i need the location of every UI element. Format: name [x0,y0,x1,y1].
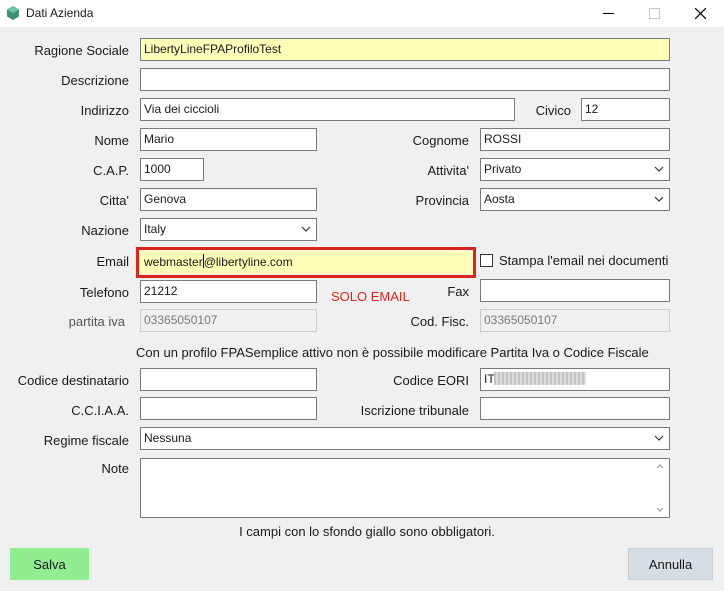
chevron-down-icon [654,435,664,441]
app-logo-icon [7,6,19,20]
iscrizione-tribunale-label: Iscrizione tribunale [360,403,469,418]
cod-fisc-label: Cod. Fisc. [410,314,469,329]
cognome-input[interactable]: ROSSI [480,128,670,151]
fax-input[interactable] [480,279,670,302]
minimize-button[interactable] [586,0,632,27]
info-text: Con un profilo FPASemplice attivo non è … [136,345,649,360]
attivita-select[interactable]: Privato [480,158,670,181]
partita-iva-label: partita iva [68,314,125,329]
indirizzo-input[interactable]: Via dei ciccioli [140,98,515,121]
nazione-select[interactable]: Italy [140,218,317,241]
civico-input[interactable]: 12 [581,98,670,121]
cap-input[interactable]: 1000 [140,158,204,181]
scroll-up-icon[interactable] [656,464,664,469]
close-icon [695,8,706,19]
nome-label: Nome [94,133,129,148]
chevron-down-icon [654,166,664,172]
stampa-email-checkbox[interactable] [480,254,493,267]
ragione-sociale-label: Ragione Sociale [34,43,129,58]
stampa-email-label: Stampa l'email nei documenti [499,253,669,268]
citta-input[interactable]: Genova [140,188,317,211]
provincia-value: Aosta [484,192,515,206]
chevron-down-icon [301,226,311,232]
save-button[interactable]: Salva [10,548,89,580]
cod-fisc-input: 03365050107 [480,309,670,332]
provincia-label: Provincia [415,193,469,208]
cancel-button[interactable]: Annulla [628,548,713,580]
window-title: Dati Azienda [26,6,94,20]
citta-label: Citta' [99,193,129,208]
regime-fiscale-label: Regime fiscale [43,433,129,448]
cognome-label: Cognome [412,133,469,148]
attivita-value: Privato [484,162,522,176]
email-label: Email [96,254,129,269]
attivita-label: Attivita' [427,163,470,178]
minimize-icon [603,13,614,14]
scroll-down-icon[interactable] [656,507,664,512]
ragione-sociale-input[interactable]: LibertyLineFPAProfiloTest [140,38,670,61]
descrizione-label: Descrizione [61,73,129,88]
redacted-text [494,372,586,385]
title-bar: Dati Azienda [0,0,724,27]
required-fields-note: I campi con lo sfondo giallo sono obblig… [239,524,495,539]
nazione-label: Nazione [81,223,129,238]
descrizione-input[interactable] [140,68,670,91]
regime-fiscale-select[interactable]: Nessuna [140,427,670,450]
nazione-value: Italy [144,222,167,236]
codice-eori-label: Codice EORI [393,373,469,388]
note-textarea[interactable] [140,458,670,518]
codice-destinatario-label: Codice destinatario [17,373,129,388]
note-scrollbar[interactable] [652,459,669,517]
cciaa-input[interactable] [140,397,317,420]
partita-iva-input: 03365050107 [140,309,317,332]
maximize-button[interactable] [632,0,678,27]
fax-label: Fax [447,284,469,299]
iscrizione-tribunale-input[interactable] [480,397,670,420]
codice-destinatario-input[interactable] [140,368,317,391]
provincia-select[interactable]: Aosta [480,188,670,211]
maximize-icon [649,8,660,19]
nome-input[interactable]: Mario [140,128,317,151]
cap-label: C.A.P. [93,163,129,178]
civico-label: Civico [535,103,571,118]
chevron-down-icon [654,196,664,202]
note-label: Note [101,461,129,476]
telefono-label: Telefono [79,285,129,300]
telefono-input[interactable]: 21212 [140,280,317,303]
solo-email-annotation: SOLO EMAIL [331,289,410,304]
cciaa-label: C.C.I.A.A. [71,403,129,418]
email-highlight-box [136,247,476,278]
regime-fiscale-value: Nessuna [144,431,192,445]
indirizzo-label: Indirizzo [80,103,129,118]
close-button[interactable] [678,0,724,27]
